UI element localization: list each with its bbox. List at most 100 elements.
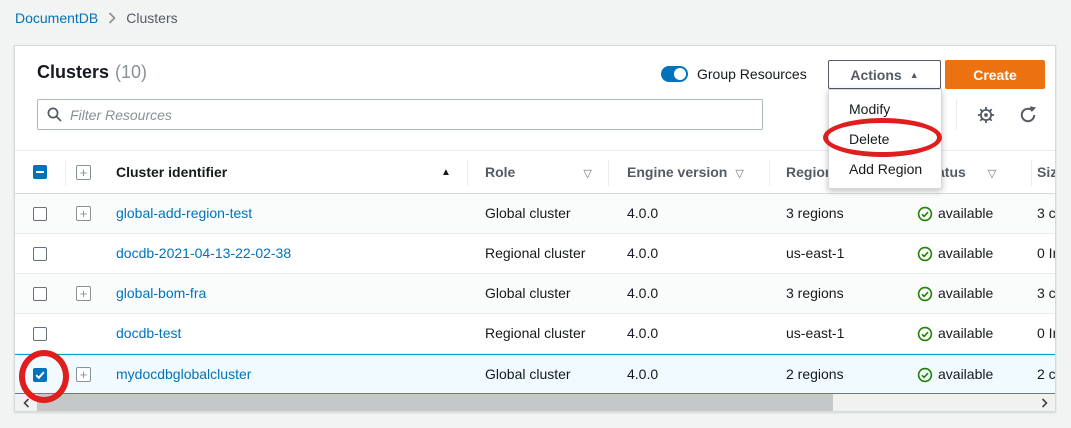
status-cell: available [938, 194, 993, 233]
documentdb-clusters-page: { "breadcrumb": { "root": "DocumentDB", … [0, 0, 1071, 428]
regions-cell: us-east-1 [786, 234, 844, 273]
gear-icon [976, 105, 996, 125]
status-cell: available [938, 355, 993, 394]
engine-version-cell: 4.0.0 [627, 355, 658, 394]
role-cell: Global cluster [485, 355, 571, 394]
cluster-identifier-link[interactable]: docdb-test [116, 314, 181, 353]
scroll-right-button[interactable] [1033, 394, 1055, 412]
cluster-identifier-link[interactable]: docdb-2021-04-13-22-02-38 [116, 234, 291, 273]
row-checkbox-checked[interactable] [33, 368, 47, 382]
row-checkbox[interactable] [33, 207, 47, 221]
status-available-icon [917, 367, 933, 383]
page-title: Clusters [37, 62, 109, 82]
column-header-cluster-identifier[interactable]: Cluster identifier [116, 151, 227, 194]
breadcrumb: DocumentDB Clusters [15, 10, 178, 26]
table-body: + global-add-region-test Global cluster … [15, 194, 1056, 394]
expand-row-icon[interactable]: + [76, 206, 91, 221]
cluster-count: (10) [115, 62, 147, 82]
filter-box [37, 99, 763, 130]
table-row-selected[interactable]: + mydocdbglobalcluster Global cluster 4.… [15, 354, 1056, 394]
table-row[interactable]: docdb-test Regional cluster 4.0.0 us-eas… [15, 314, 1056, 354]
settings-gear-button[interactable] [976, 105, 996, 125]
cluster-identifier-link[interactable]: global-add-region-test [116, 194, 252, 233]
regions-cell: 3 regions [786, 194, 844, 233]
status-available-icon [917, 246, 933, 262]
create-button[interactable]: Create [945, 60, 1045, 89]
expand-row-icon[interactable]: + [76, 367, 91, 382]
filter-resources-input[interactable] [37, 99, 763, 130]
toolbar-divider [956, 99, 957, 130]
status-available-icon [917, 206, 933, 222]
filter-icon[interactable]: ▽ [583, 168, 591, 180]
table-row[interactable]: docdb-2021-04-13-22-02-38 Regional clust… [15, 234, 1056, 274]
checkmark-icon [34, 369, 46, 381]
select-all-checkbox[interactable] [33, 165, 47, 179]
size-cell: 0 In [1037, 314, 1056, 353]
regions-cell: 2 regions [786, 355, 844, 394]
engine-version-cell: 4.0.0 [627, 234, 658, 273]
breadcrumb-current: Clusters [126, 10, 177, 26]
horizontal-scrollbar[interactable] [15, 394, 1055, 412]
table-row[interactable]: + global-bom-fra Global cluster 4.0.0 3 … [15, 274, 1056, 314]
regions-cell: us-east-1 [786, 314, 844, 353]
engine-version-cell: 4.0.0 [627, 194, 658, 233]
filter-icon[interactable]: ▽ [988, 168, 996, 180]
create-button-label: Create [973, 67, 1017, 83]
expand-row-icon[interactable]: + [76, 286, 91, 301]
actions-dropdown-menu: Modify Delete Add Region [828, 89, 942, 189]
scrollbar-thumb[interactable] [37, 394, 833, 412]
actions-button-label: Actions [850, 67, 901, 83]
actions-button[interactable]: Actions ▲ [828, 60, 941, 89]
header-divider [467, 160, 468, 186]
header-divider [65, 160, 66, 186]
role-cell: Global cluster [485, 274, 571, 313]
row-checkbox[interactable] [33, 247, 47, 261]
column-header-engine-version[interactable]: Engine version▽ [627, 151, 744, 196]
table-row[interactable]: + global-add-region-test Global cluster … [15, 194, 1056, 234]
menu-item-modify[interactable]: Modify [829, 94, 941, 124]
refresh-icon [1018, 105, 1038, 125]
group-resources-toggle-wrap: Group Resources [661, 60, 807, 88]
refresh-button[interactable] [1018, 105, 1038, 125]
scroll-left-button[interactable] [15, 394, 37, 412]
status-available-icon [917, 326, 933, 342]
expand-all-icon[interactable]: + [76, 165, 91, 180]
status-cell: available [938, 314, 993, 353]
row-checkbox[interactable] [33, 327, 47, 341]
row-checkbox[interactable] [33, 287, 47, 301]
scroll-right-icon [1041, 398, 1048, 408]
chevron-up-icon: ▲ [910, 70, 919, 80]
size-cell: 3 c [1037, 194, 1056, 233]
header-divider [608, 160, 609, 186]
group-resources-toggle[interactable] [661, 66, 688, 82]
sort-ascending-icon[interactable]: ▲ [441, 151, 451, 194]
size-cell: 0 In [1037, 234, 1056, 273]
scroll-left-icon [23, 398, 30, 408]
cluster-identifier-link[interactable]: mydocdbglobalcluster [116, 355, 251, 394]
role-cell: Regional cluster [485, 314, 585, 353]
group-resources-label: Group Resources [697, 66, 807, 82]
role-cell: Regional cluster [485, 234, 585, 273]
toggle-knob [674, 68, 686, 80]
column-header-role[interactable]: Role▽ [485, 151, 592, 196]
regions-cell: 3 regions [786, 274, 844, 313]
engine-version-cell: 4.0.0 [627, 314, 658, 353]
cluster-identifier-link[interactable]: global-bom-fra [116, 274, 206, 313]
header-divider [1031, 160, 1032, 186]
column-header-size[interactable]: Size [1037, 151, 1056, 194]
filter-icon[interactable]: ▽ [735, 168, 743, 180]
status-cell: available [938, 274, 993, 313]
breadcrumb-link-documentdb[interactable]: DocumentDB [15, 10, 98, 26]
header-divider [769, 160, 770, 186]
size-cell: 3 c [1037, 274, 1056, 313]
clusters-panel: Clusters (10) Group Resources Actions ▲ C… [14, 45, 1056, 412]
role-cell: Global cluster [485, 194, 571, 233]
engine-version-cell: 4.0.0 [627, 274, 658, 313]
panel-title-row: Clusters (10) [37, 62, 147, 83]
menu-item-delete[interactable]: Delete [829, 124, 941, 154]
menu-item-add-region[interactable]: Add Region [829, 154, 941, 184]
status-cell: available [938, 234, 993, 273]
size-cell: 2 c [1037, 355, 1056, 394]
breadcrumb-chevron-icon [108, 12, 116, 24]
status-available-icon [917, 286, 933, 302]
